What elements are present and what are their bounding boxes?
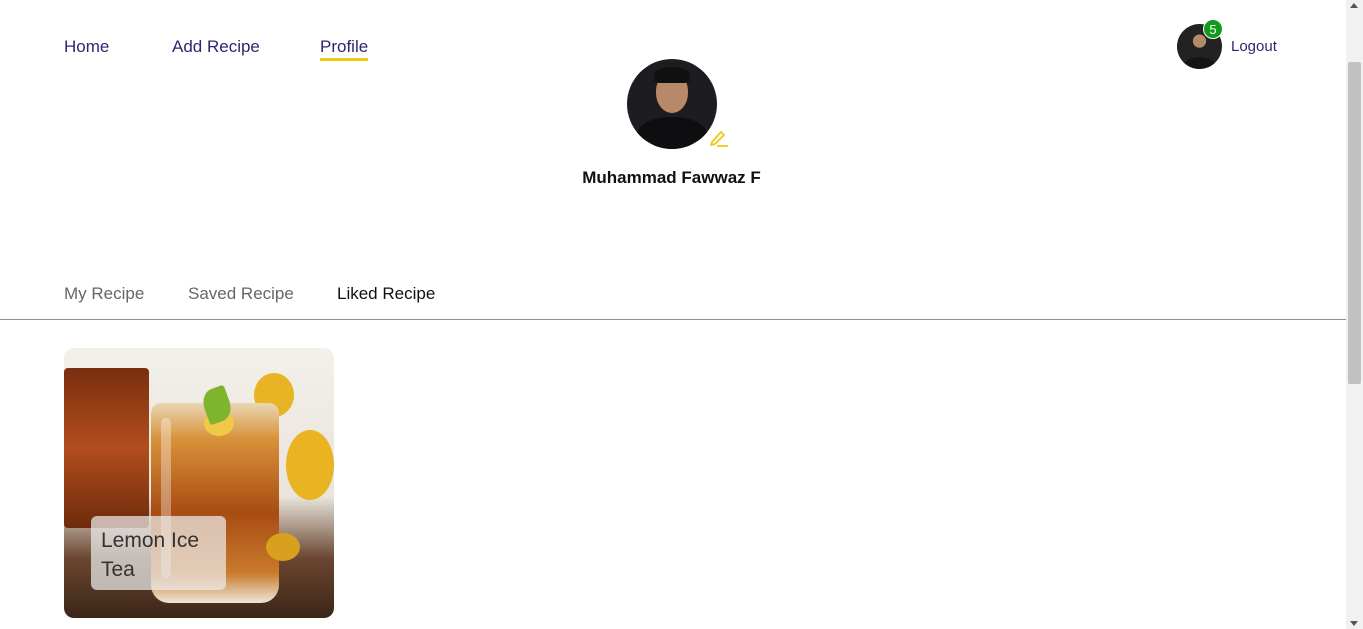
scroll-down-arrow-icon[interactable] [1350, 621, 1358, 626]
nav-profile-link[interactable]: Profile [320, 37, 369, 61]
logout-link[interactable]: Logout [1231, 38, 1277, 55]
profile-photo-body [635, 117, 709, 149]
recipe-image-lemon [286, 430, 334, 500]
pencil-icon[interactable] [709, 129, 729, 147]
avatar-shoulders [1183, 57, 1216, 69]
recipe-card-title: Lemon Ice Tea [91, 516, 226, 590]
nav-home-link[interactable]: Home [64, 37, 109, 57]
profile-photo [627, 59, 717, 149]
recipe-image-glass-back [64, 368, 149, 528]
tab-divider [0, 319, 1346, 320]
tab-saved-recipe[interactable]: Saved Recipe [188, 284, 294, 304]
tab-liked-recipe[interactable]: Liked Recipe [337, 284, 435, 304]
recipe-card[interactable]: Lemon Ice Tea [64, 348, 334, 618]
recipe-image-lemon [266, 533, 300, 561]
nav-add-recipe-link[interactable]: Add Recipe [172, 37, 260, 57]
notification-badge: 5 [1203, 19, 1223, 39]
profile-photo-hair [654, 67, 690, 83]
tab-my-recipe[interactable]: My Recipe [64, 284, 144, 304]
profile-name: Muhammad Fawwaz F [582, 168, 761, 187]
scrollbar-thumb[interactable] [1348, 62, 1361, 384]
page-scrollbar[interactable] [1346, 0, 1363, 629]
scroll-up-arrow-icon[interactable] [1350, 3, 1358, 8]
